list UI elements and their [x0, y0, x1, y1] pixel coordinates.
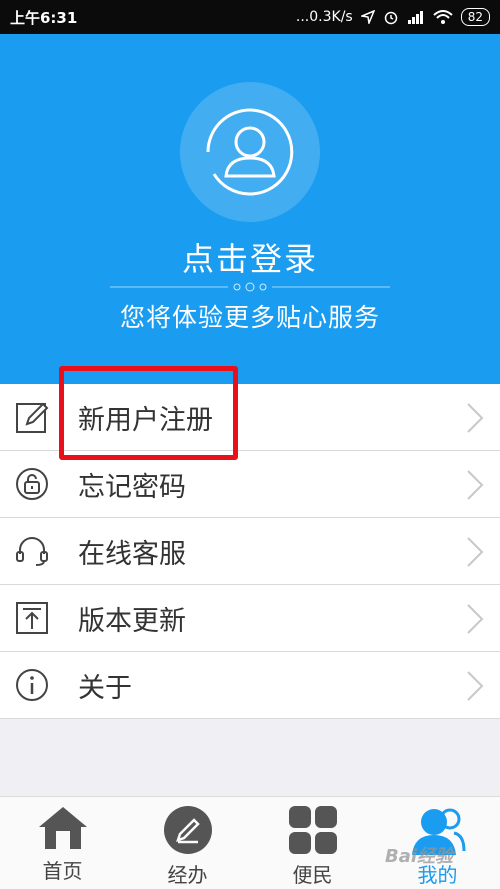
header-divider	[110, 282, 390, 292]
profile-header[interactable]: 点击登录 您将体验更多贴心服务	[0, 34, 500, 384]
alarm-icon	[384, 11, 397, 25]
battery-indicator: 82	[460, 8, 490, 26]
chevron-right-icon	[467, 470, 484, 500]
settings-menu: 新用户注册 忘记密码 在线客服 版本更新 关于	[0, 384, 500, 719]
status-bar: 上午6:31 ...0.3K/s 82	[0, 0, 500, 34]
watermark: Bai经验	[385, 846, 454, 867]
chevron-right-icon	[467, 403, 484, 433]
tab-home[interactable]: 首页	[0, 797, 125, 889]
info-icon	[14, 667, 50, 703]
menu-item-online-service[interactable]: 在线客服	[0, 518, 500, 585]
menu-item-forgot-password[interactable]: 忘记密码	[0, 451, 500, 518]
signal-icon	[407, 11, 423, 24]
tab-label: 首页	[42, 859, 83, 883]
chevron-right-icon	[467, 537, 484, 567]
pen-icon	[163, 806, 212, 854]
avatar[interactable]	[180, 82, 320, 222]
menu-item-label: 版本更新	[78, 605, 186, 637]
menu-item-label: 新用户注册	[78, 404, 213, 436]
status-time: 上午6:31	[10, 8, 78, 27]
user-avatar-icon	[206, 108, 294, 196]
network-speed: ...0.3K/s	[295, 9, 353, 25]
status-indicators: ...0.3K/s 82	[296, 8, 490, 26]
location-icon	[360, 10, 375, 24]
menu-item-register[interactable]: 新用户注册	[0, 384, 500, 451]
login-link[interactable]: 点击登录	[0, 234, 500, 280]
menu-item-label: 忘记密码	[78, 471, 186, 503]
menu-item-about[interactable]: 关于	[0, 652, 500, 719]
tab-label: 经办	[167, 863, 208, 887]
grid-icon	[288, 806, 337, 854]
header-subtitle: 您将体验更多贴心服务	[119, 303, 380, 332]
home-icon	[38, 807, 87, 849]
lock-icon	[14, 466, 50, 502]
tab-label: 便民	[292, 863, 333, 887]
chevron-right-icon	[467, 671, 484, 701]
headset-icon	[14, 533, 50, 569]
upload-icon	[14, 600, 50, 636]
wifi-icon	[433, 10, 453, 24]
menu-item-label: 关于	[78, 672, 132, 704]
edit-icon	[14, 399, 50, 435]
tab-handle[interactable]: 经办	[125, 797, 250, 889]
tab-convenience[interactable]: 便民	[250, 797, 375, 889]
menu-item-label: 在线客服	[78, 538, 186, 570]
chevron-right-icon	[467, 604, 484, 634]
menu-item-version-update[interactable]: 版本更新	[0, 585, 500, 652]
